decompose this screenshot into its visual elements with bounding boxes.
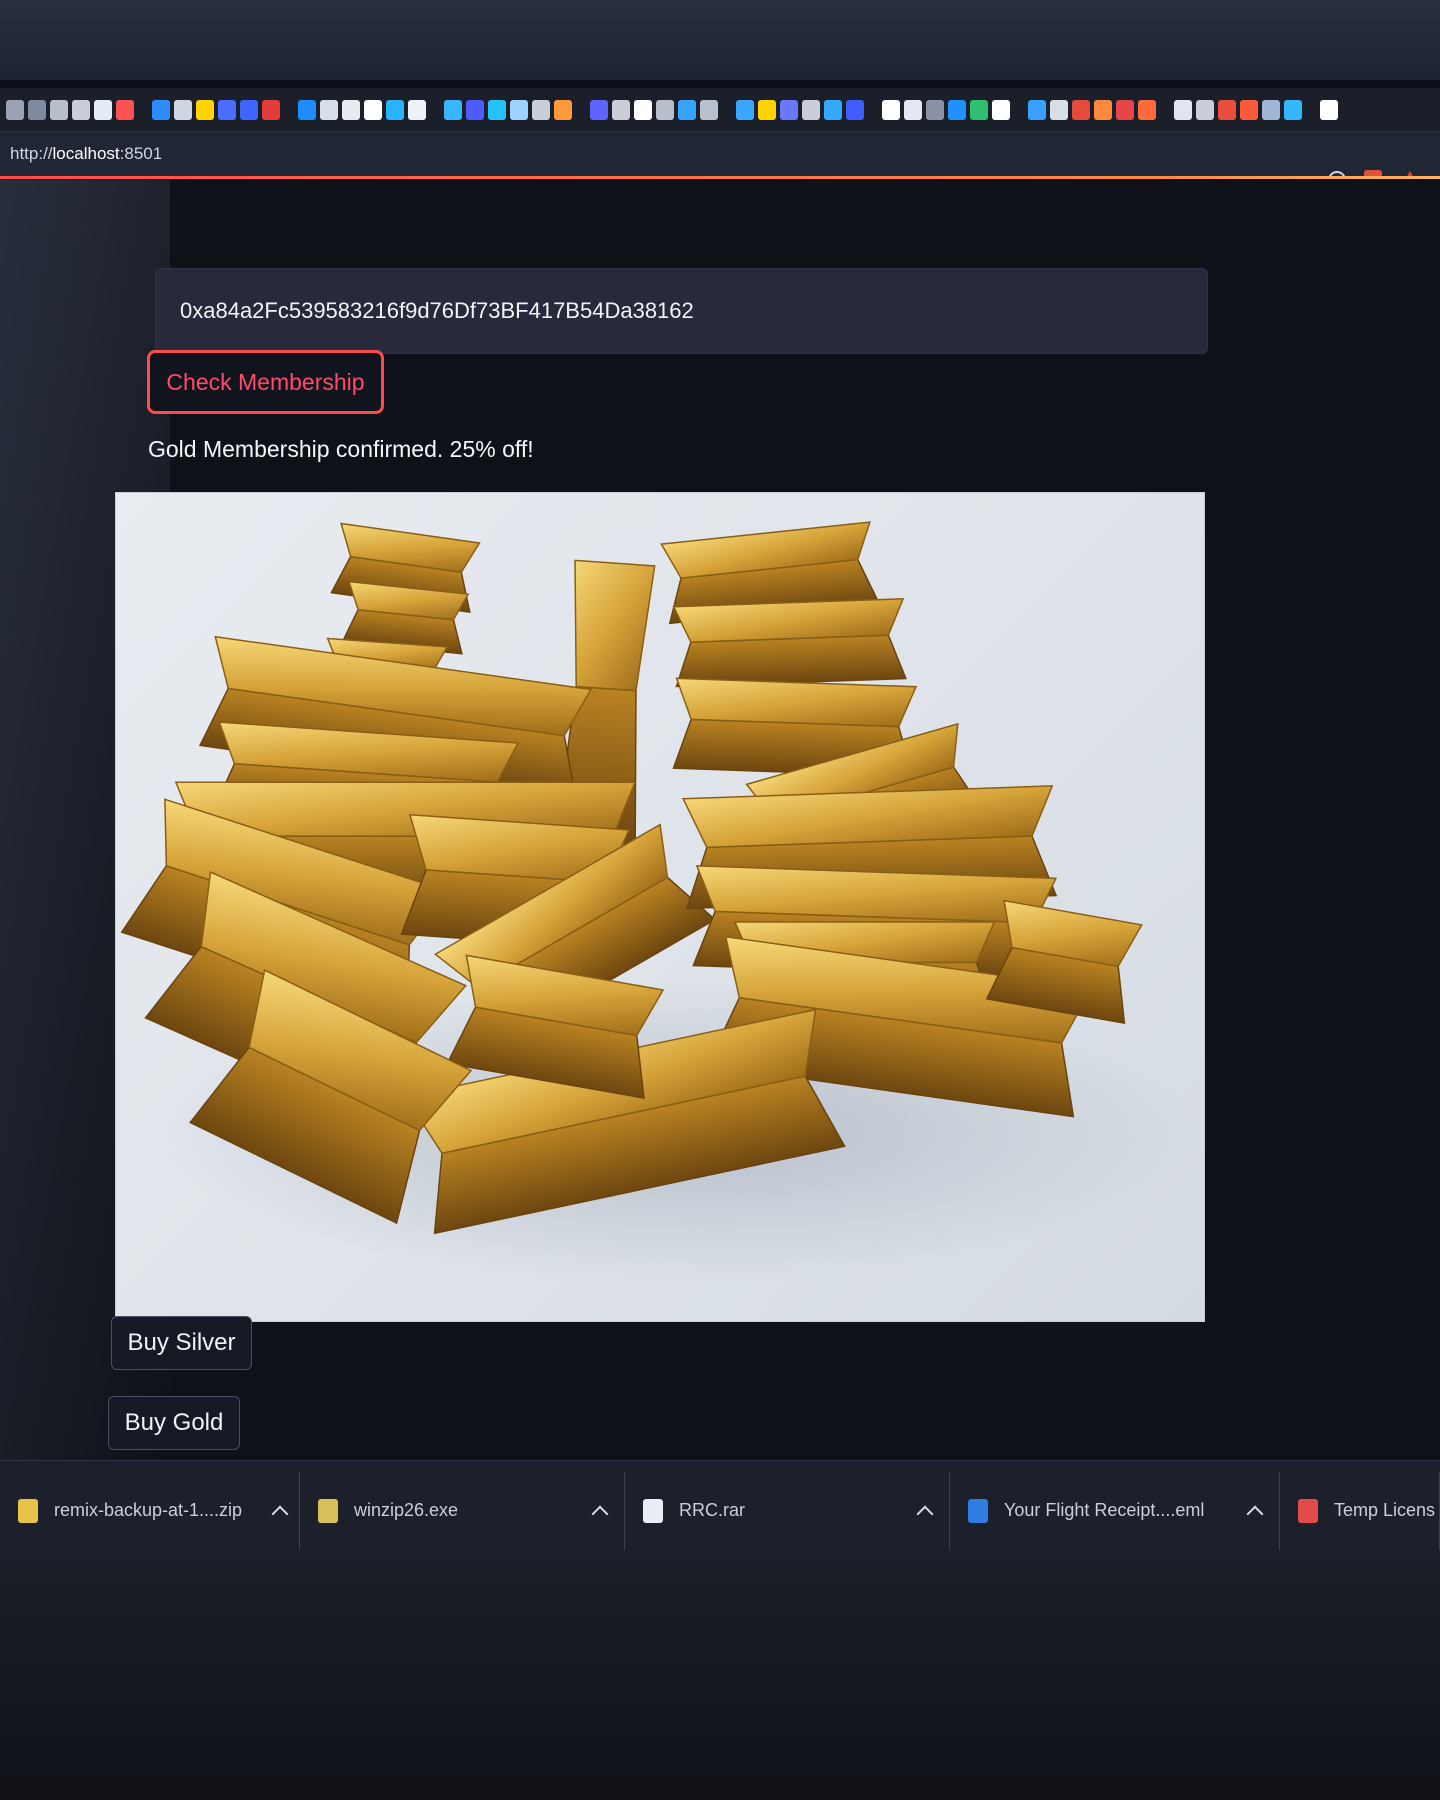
bookmark-icon[interactable]: [196, 99, 214, 120]
chevron-up-icon[interactable]: [1246, 1505, 1264, 1522]
bookmark-icon[interactable]: [262, 99, 280, 120]
chevron-up-icon[interactable]: [271, 1505, 289, 1522]
gold-bar: [672, 597, 907, 688]
file-icon: [318, 1498, 338, 1523]
bookmark-icon[interactable]: [926, 99, 944, 120]
bookmark-icon[interactable]: [1028, 99, 1046, 120]
bookmark-icon[interactable]: [6, 99, 24, 120]
bookmark-icon[interactable]: [1174, 99, 1192, 120]
gold-bars-illustration: [120, 521, 1195, 1282]
download-item[interactable]: Temp Licens: [1280, 1471, 1440, 1550]
download-filename: RRC.rar: [679, 1500, 745, 1520]
check-membership-button[interactable]: Check Membership: [147, 350, 384, 414]
monitor-bezel-bottom: [0, 1560, 1440, 1800]
bookmark-icon[interactable]: [1138, 99, 1156, 120]
bookmark-icon[interactable]: [590, 99, 608, 120]
url-port: :8501: [119, 144, 163, 163]
buy-silver-button[interactable]: Buy Silver: [111, 1316, 252, 1370]
file-icon: [18, 1498, 38, 1523]
download-item[interactable]: remix-backup-at-1....zip: [0, 1471, 300, 1550]
bookmark-icon[interactable]: [758, 99, 776, 120]
bookmark-icon[interactable]: [342, 99, 360, 120]
bookmark-icon[interactable]: [72, 99, 90, 120]
bookmark-icon[interactable]: [634, 99, 652, 120]
download-item[interactable]: Your Flight Receipt....eml: [950, 1471, 1280, 1550]
bookmark-icon[interactable]: [1218, 99, 1236, 120]
file-icon: [968, 1498, 988, 1523]
bookmark-icon[interactable]: [846, 99, 864, 120]
bookmark-icon[interactable]: [1284, 99, 1302, 120]
bookmark-icon[interactable]: [992, 99, 1010, 120]
bookmark-icon[interactable]: [1050, 99, 1068, 120]
bookmark-icon[interactable]: [1094, 99, 1112, 120]
file-icon: [1298, 1498, 1318, 1523]
downloads-shelf: remix-backup-at-1....zip winzip26.exe RRC.…: [0, 1460, 1440, 1560]
bookmark-icon[interactable]: [612, 99, 630, 120]
bookmark-icon[interactable]: [240, 99, 258, 120]
bookmark-icon[interactable]: [700, 99, 718, 120]
chevron-up-icon[interactable]: [591, 1505, 609, 1522]
bookmark-icon[interactable]: [948, 99, 966, 120]
bookmark-icon[interactable]: [386, 99, 404, 120]
bookmark-icon[interactable]: [1262, 99, 1280, 120]
bookmark-icon[interactable]: [50, 99, 68, 120]
bookmark-icon[interactable]: [904, 99, 922, 120]
bookmark-icon[interactable]: [882, 99, 900, 120]
bookmark-icon[interactable]: [510, 99, 528, 120]
download-item[interactable]: RRC.rar: [625, 1471, 950, 1550]
bookmark-icon[interactable]: [802, 99, 820, 120]
bookmark-icon[interactable]: [1072, 99, 1090, 120]
download-filename: Your Flight Receipt....eml: [1004, 1500, 1205, 1520]
bookmark-icon[interactable]: [1116, 99, 1134, 120]
url-scheme: http://: [10, 144, 53, 163]
bookmark-icon[interactable]: [532, 99, 550, 120]
address-bar[interactable]: http://localhost:8501: [0, 132, 1440, 176]
bookmark-icon[interactable]: [466, 99, 484, 120]
chevron-up-icon[interactable]: [916, 1505, 934, 1522]
bookmark-icon[interactable]: [364, 99, 382, 120]
bookmark-icon[interactable]: [678, 99, 696, 120]
bookmark-icon[interactable]: [488, 99, 506, 120]
bookmark-icon[interactable]: [94, 99, 112, 120]
download-item[interactable]: winzip26.exe: [300, 1471, 625, 1550]
file-icon: [643, 1498, 663, 1523]
bookmark-icon[interactable]: [218, 99, 236, 120]
monitor-bezel-top: [0, 0, 1440, 80]
download-filename: winzip26.exe: [354, 1500, 459, 1520]
bookmark-icon[interactable]: [736, 99, 754, 120]
bookmarks-bar: [0, 88, 1440, 132]
bookmark-icon[interactable]: [780, 99, 798, 120]
wallet-address-input[interactable]: 0xa84a2Fc539583216f9d76Df73BF417B54Da381…: [155, 268, 1208, 354]
bookmark-icon[interactable]: [408, 99, 426, 120]
url-text[interactable]: http://localhost:8501: [10, 144, 162, 164]
buy-gold-button[interactable]: Buy Gold: [108, 1396, 240, 1450]
bookmark-icon[interactable]: [28, 99, 46, 120]
download-filename: Temp Licens: [1334, 1500, 1436, 1520]
membership-status-message: Gold Membership confirmed. 25% off!: [148, 436, 534, 462]
bookmark-icon[interactable]: [116, 99, 134, 120]
bookmark-icon[interactable]: [174, 99, 192, 120]
bookmark-icon[interactable]: [554, 99, 572, 120]
url-host: localhost: [52, 144, 120, 163]
bookmark-icon[interactable]: [152, 99, 170, 120]
bookmark-icon[interactable]: [320, 99, 338, 120]
bookmark-icon[interactable]: [970, 99, 988, 120]
bookmark-icon[interactable]: [1320, 99, 1338, 120]
bookmark-icon[interactable]: [298, 99, 316, 120]
bookmark-icon[interactable]: [824, 99, 842, 120]
bookmark-icon[interactable]: [1196, 99, 1214, 120]
download-filename: remix-backup-at-1....zip: [54, 1500, 243, 1520]
bookmark-icon[interactable]: [444, 99, 462, 120]
gold-bars-image: [115, 492, 1205, 1322]
bookmark-icon[interactable]: [656, 99, 674, 120]
bookmark-icon[interactable]: [1240, 99, 1258, 120]
